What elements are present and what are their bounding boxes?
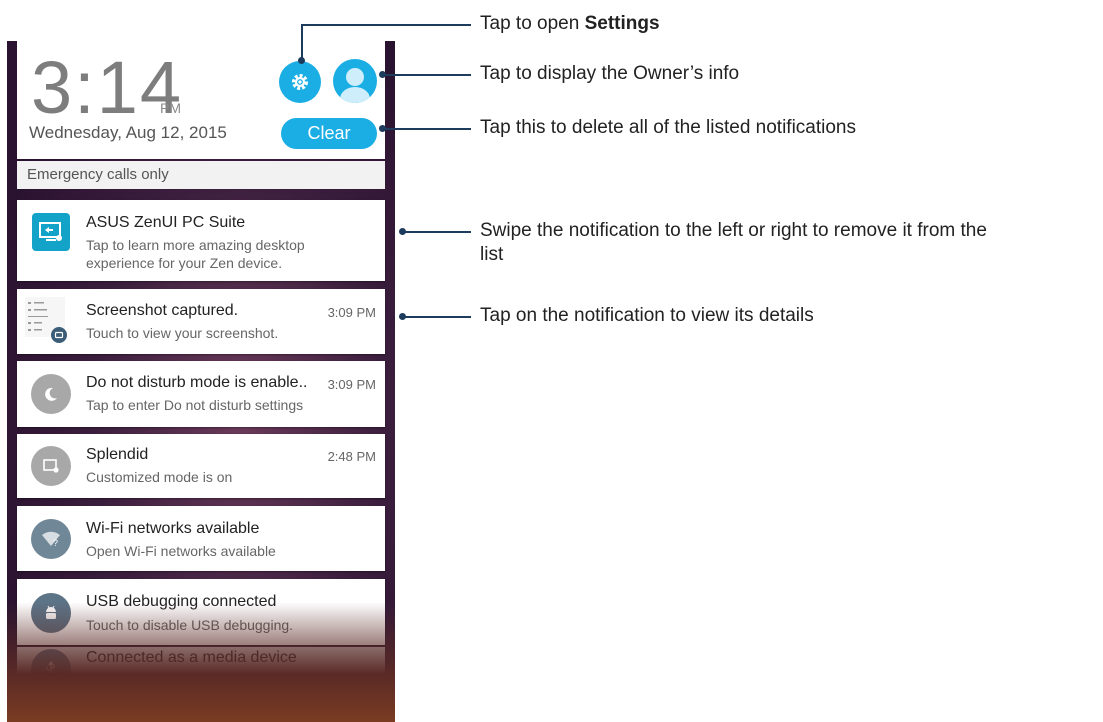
notification-splendid[interactable]: Splendid 2:48 PM Customized mode is on [17,434,385,498]
notification-time: 3:09 PM [327,305,376,320]
notification-zenui-pc-suite[interactable]: ASUS ZenUI PC Suite Tap to learn more am… [17,200,385,281]
notification-title: Do not disturb mode is enable.. [86,374,308,391]
emergency-calls-status: Emergency calls only [17,161,385,189]
owner-avatar-button[interactable] [333,59,377,103]
settings-button[interactable] [279,61,321,103]
notification-screenshot[interactable]: Screenshot captured. 3:09 PM Touch to vi… [17,289,385,354]
notification-title: Connected as a media device [86,649,297,666]
callout-clear: Tap this to delete all of the listed not… [480,117,857,138]
notification-text: Touch to disable USB debugging. [86,617,294,633]
notification-title: Wi-Fi networks available [86,520,260,537]
notification-time: 2:48 PM [327,449,376,464]
notification-text: Tap to learn more amazing desktop [86,237,305,253]
callout-details: Tap on the notification to view its deta… [480,305,814,326]
wifi-question-icon: ? [31,519,71,559]
notification-time: 3:09 PM [327,377,376,392]
notification-text: Touch for other USB options. [86,673,265,689]
screenshot-thumbnail [25,297,71,345]
notification-usb-media[interactable]: Connected as a media device Touch for ot… [17,647,385,703]
date-label: Wednesday, Aug 12, 2015 [29,123,227,142]
usb-icon [31,649,71,689]
notification-text: Customized mode is on [86,469,233,485]
callout-settings: Tap to open Settings [480,13,660,34]
notification-text: Tap to enter Do not disturb settings [86,397,304,413]
notification-panel-screenshot: 3:14 PM Wednesday, Aug 12, 2015 Clear Em… [7,41,395,722]
callout-owner: Tap to display the Owner’s info [480,63,740,84]
callout-line-swipe [403,231,471,233]
notification-wifi[interactable]: ? Wi-Fi networks available Open Wi-Fi ne… [17,506,385,571]
notification-title: USB debugging connected [86,593,277,610]
callout-line-details [403,316,471,318]
callout-swipe-line1: Swipe the notification to the left or ri… [480,220,987,241]
moon-icon [31,374,71,414]
callout-swipe-line2: list [480,244,504,265]
quick-header: 3:14 PM Wednesday, Aug 12, 2015 Clear [17,41,385,159]
notification-usb-debugging[interactable]: USB debugging connected Touch to disable… [17,579,385,645]
callout-line-clear [383,128,471,130]
callout-line-settings-vertical [301,24,303,60]
svg-text:?: ? [53,538,58,548]
notification-title: Splendid [86,446,149,463]
callout-line-settings [301,24,471,26]
android-icon [31,593,71,633]
callout-line-owner [383,74,471,76]
notification-title: Screenshot captured. [86,302,239,319]
notification-do-not-disturb[interactable]: Do not disturb mode is enable.. 3:09 PM … [17,361,385,427]
clock-ampm: PM [160,100,181,116]
monitor-icon [32,213,70,251]
splendid-icon [31,446,71,486]
person-icon [340,68,370,103]
callout-swipe: Swipe the notification to the left or ri… [480,219,987,267]
notification-title: ASUS ZenUI PC Suite [86,214,246,231]
notification-text: Open Wi-Fi networks available [86,543,276,559]
gear-icon [292,74,308,90]
clear-button[interactable]: Clear [281,118,377,149]
notification-text-line2: experience for your Zen device. [86,255,283,271]
notification-text: Touch to view your screenshot. [86,325,279,341]
